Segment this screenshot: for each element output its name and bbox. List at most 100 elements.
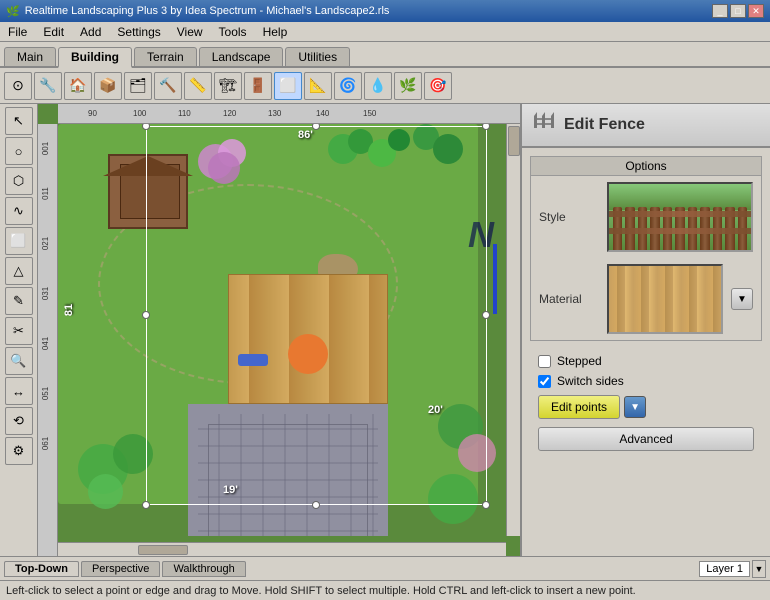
bush-bl-3 <box>88 474 123 509</box>
tool-rotate[interactable]: ⟲ <box>5 407 33 435</box>
tool-house[interactable]: 🏠 <box>64 72 92 100</box>
tab-perspective[interactable]: Perspective <box>81 561 160 577</box>
tool-gear[interactable]: ⚙ <box>5 437 33 465</box>
tool-edit[interactable]: 🔧 <box>34 72 62 100</box>
vscroll-thumb[interactable] <box>508 126 520 156</box>
selection-dot-bm[interactable] <box>312 501 320 509</box>
maximize-button[interactable]: □ <box>730 4 746 18</box>
ruler-mark-90: 90 <box>88 109 97 118</box>
tool-pen[interactable]: ✎ <box>5 287 33 315</box>
menu-view[interactable]: View <box>173 25 207 39</box>
selection-dot-br[interactable] <box>482 501 490 509</box>
hscroll-thumb[interactable] <box>138 545 188 555</box>
tool-triangle[interactable]: △ <box>5 257 33 285</box>
stepped-checkbox[interactable] <box>538 355 551 368</box>
measure-bottom-label: 19' <box>223 484 238 496</box>
menubar: File Edit Add Settings View Tools Help <box>0 22 770 42</box>
close-button[interactable]: ✕ <box>748 4 764 18</box>
selection-dot-bl[interactable] <box>142 501 150 509</box>
tool-move[interactable]: ↔ <box>5 377 33 405</box>
vscrollbar[interactable] <box>506 124 520 536</box>
bush-r-3 <box>428 474 478 524</box>
minimize-button[interactable]: _ <box>712 4 728 18</box>
menu-settings[interactable]: Settings <box>113 25 164 39</box>
menu-add[interactable]: Add <box>76 25 105 39</box>
tab-terrain[interactable]: Terrain <box>134 47 197 66</box>
tree-pink-3 <box>208 152 240 184</box>
menu-edit[interactable]: Edit <box>39 25 68 39</box>
canvas-container[interactable]: 90 100 110 120 130 140 150 001 011 021 0… <box>38 104 520 556</box>
material-dropdown[interactable]: ▼ <box>731 288 753 310</box>
options-label: Options <box>531 157 761 176</box>
landscape[interactable]: N 86' 81 19' 20' <box>58 124 520 536</box>
material-image <box>609 266 721 332</box>
tool-zoom[interactable]: 🔍 <box>5 347 33 375</box>
ruler-top: 90 100 110 120 130 140 150 <box>58 104 520 124</box>
layer-dropdown[interactable]: ▼ <box>752 560 766 578</box>
style-preview[interactable] <box>607 182 753 252</box>
tab-building[interactable]: Building <box>58 47 132 68</box>
title-text: Realtime Landscaping Plus 3 by Idea Spec… <box>25 5 390 17</box>
selection-dot-mr[interactable] <box>482 311 490 319</box>
tool-hammer[interactable]: 🔨 <box>154 72 182 100</box>
tool-wave[interactable]: ∿ <box>5 197 33 225</box>
panel-content: Options Style <box>522 148 770 556</box>
material-row: Material ▼ <box>531 258 761 340</box>
bottom-tabs: Top-Down Perspective Walkthrough Layer 1… <box>0 556 770 580</box>
tool-target[interactable]: 🎯 <box>424 72 452 100</box>
tool-select[interactable]: ⊙ <box>4 72 32 100</box>
material-preview[interactable] <box>607 264 723 334</box>
tab-main[interactable]: Main <box>4 47 56 66</box>
tool-spiral[interactable]: 🌀 <box>334 72 362 100</box>
tool-box[interactable]: 📦 <box>94 72 122 100</box>
tool-door[interactable]: 🚪 <box>244 72 272 100</box>
app-icon: 🌿 <box>6 5 20 18</box>
switch-sides-checkbox[interactable] <box>538 375 551 388</box>
tool-scissors[interactable]: ✂ <box>5 317 33 345</box>
tool-rect[interactable]: ⬜ <box>5 227 33 255</box>
tab-walkthrough[interactable]: Walkthrough <box>162 561 245 577</box>
material-label: Material <box>539 292 599 306</box>
tool-circle[interactable]: ○ <box>5 137 33 165</box>
ruler-left: 001 011 021 031 041 051 061 <box>38 124 58 556</box>
tree-green-4 <box>388 129 410 151</box>
ruler-mark-130: 130 <box>268 109 281 118</box>
tool-plant[interactable]: 🌿 <box>394 72 422 100</box>
tab-topdown[interactable]: Top-Down <box>4 561 79 577</box>
ruler-mark-100: 100 <box>133 109 146 118</box>
tool-arrow[interactable]: ↖ <box>5 107 33 135</box>
panel-header: Edit Fence <box>522 104 770 148</box>
tab-landscape[interactable]: Landscape <box>199 47 284 66</box>
tool-hex[interactable]: ⬡ <box>5 167 33 195</box>
edit-points-row: Edit points ▼ <box>530 391 762 423</box>
titlebar: 🌿 Realtime Landscaping Plus 3 by Idea Sp… <box>0 0 770 22</box>
statusbar: Left-click to select a point or edge and… <box>0 580 770 600</box>
tool-build[interactable]: 🏗 <box>214 72 242 100</box>
ruler-mark-150: 150 <box>363 109 376 118</box>
stepped-label[interactable]: Stepped <box>557 354 602 368</box>
ruler-mark-l7: 061 <box>41 437 50 450</box>
tool-fence[interactable]: ⬜ <box>274 72 302 100</box>
menu-help[interactable]: Help <box>259 25 292 39</box>
menu-tools[interactable]: Tools <box>215 25 251 39</box>
edit-points-button[interactable]: Edit points <box>538 395 620 419</box>
selection-dot-ml[interactable] <box>142 311 150 319</box>
titlebar-controls[interactable]: _ □ ✕ <box>712 4 764 18</box>
selection-dot-tr[interactable] <box>482 124 490 130</box>
hscrollbar[interactable] <box>58 542 506 556</box>
tree-green-6 <box>433 134 463 164</box>
switch-sides-label[interactable]: Switch sides <box>557 374 624 388</box>
tool-measure[interactable]: 📏 <box>184 72 212 100</box>
panel-title: Edit Fence <box>564 116 645 134</box>
menu-file[interactable]: File <box>4 25 31 39</box>
ruler-mark-l1: 001 <box>41 142 50 155</box>
tab-utilities[interactable]: Utilities <box>285 47 350 66</box>
advanced-button[interactable]: Advanced <box>538 427 754 451</box>
house <box>188 404 388 536</box>
bush-bl-2 <box>113 434 153 474</box>
edit-points-dropdown[interactable]: ▼ <box>624 396 646 418</box>
tool-water[interactable]: 💧 <box>364 72 392 100</box>
tool-folder[interactable]: 🗂 <box>124 72 152 100</box>
tool-corner[interactable]: 📐 <box>304 72 332 100</box>
ruler-mark-l6: 051 <box>41 387 50 400</box>
